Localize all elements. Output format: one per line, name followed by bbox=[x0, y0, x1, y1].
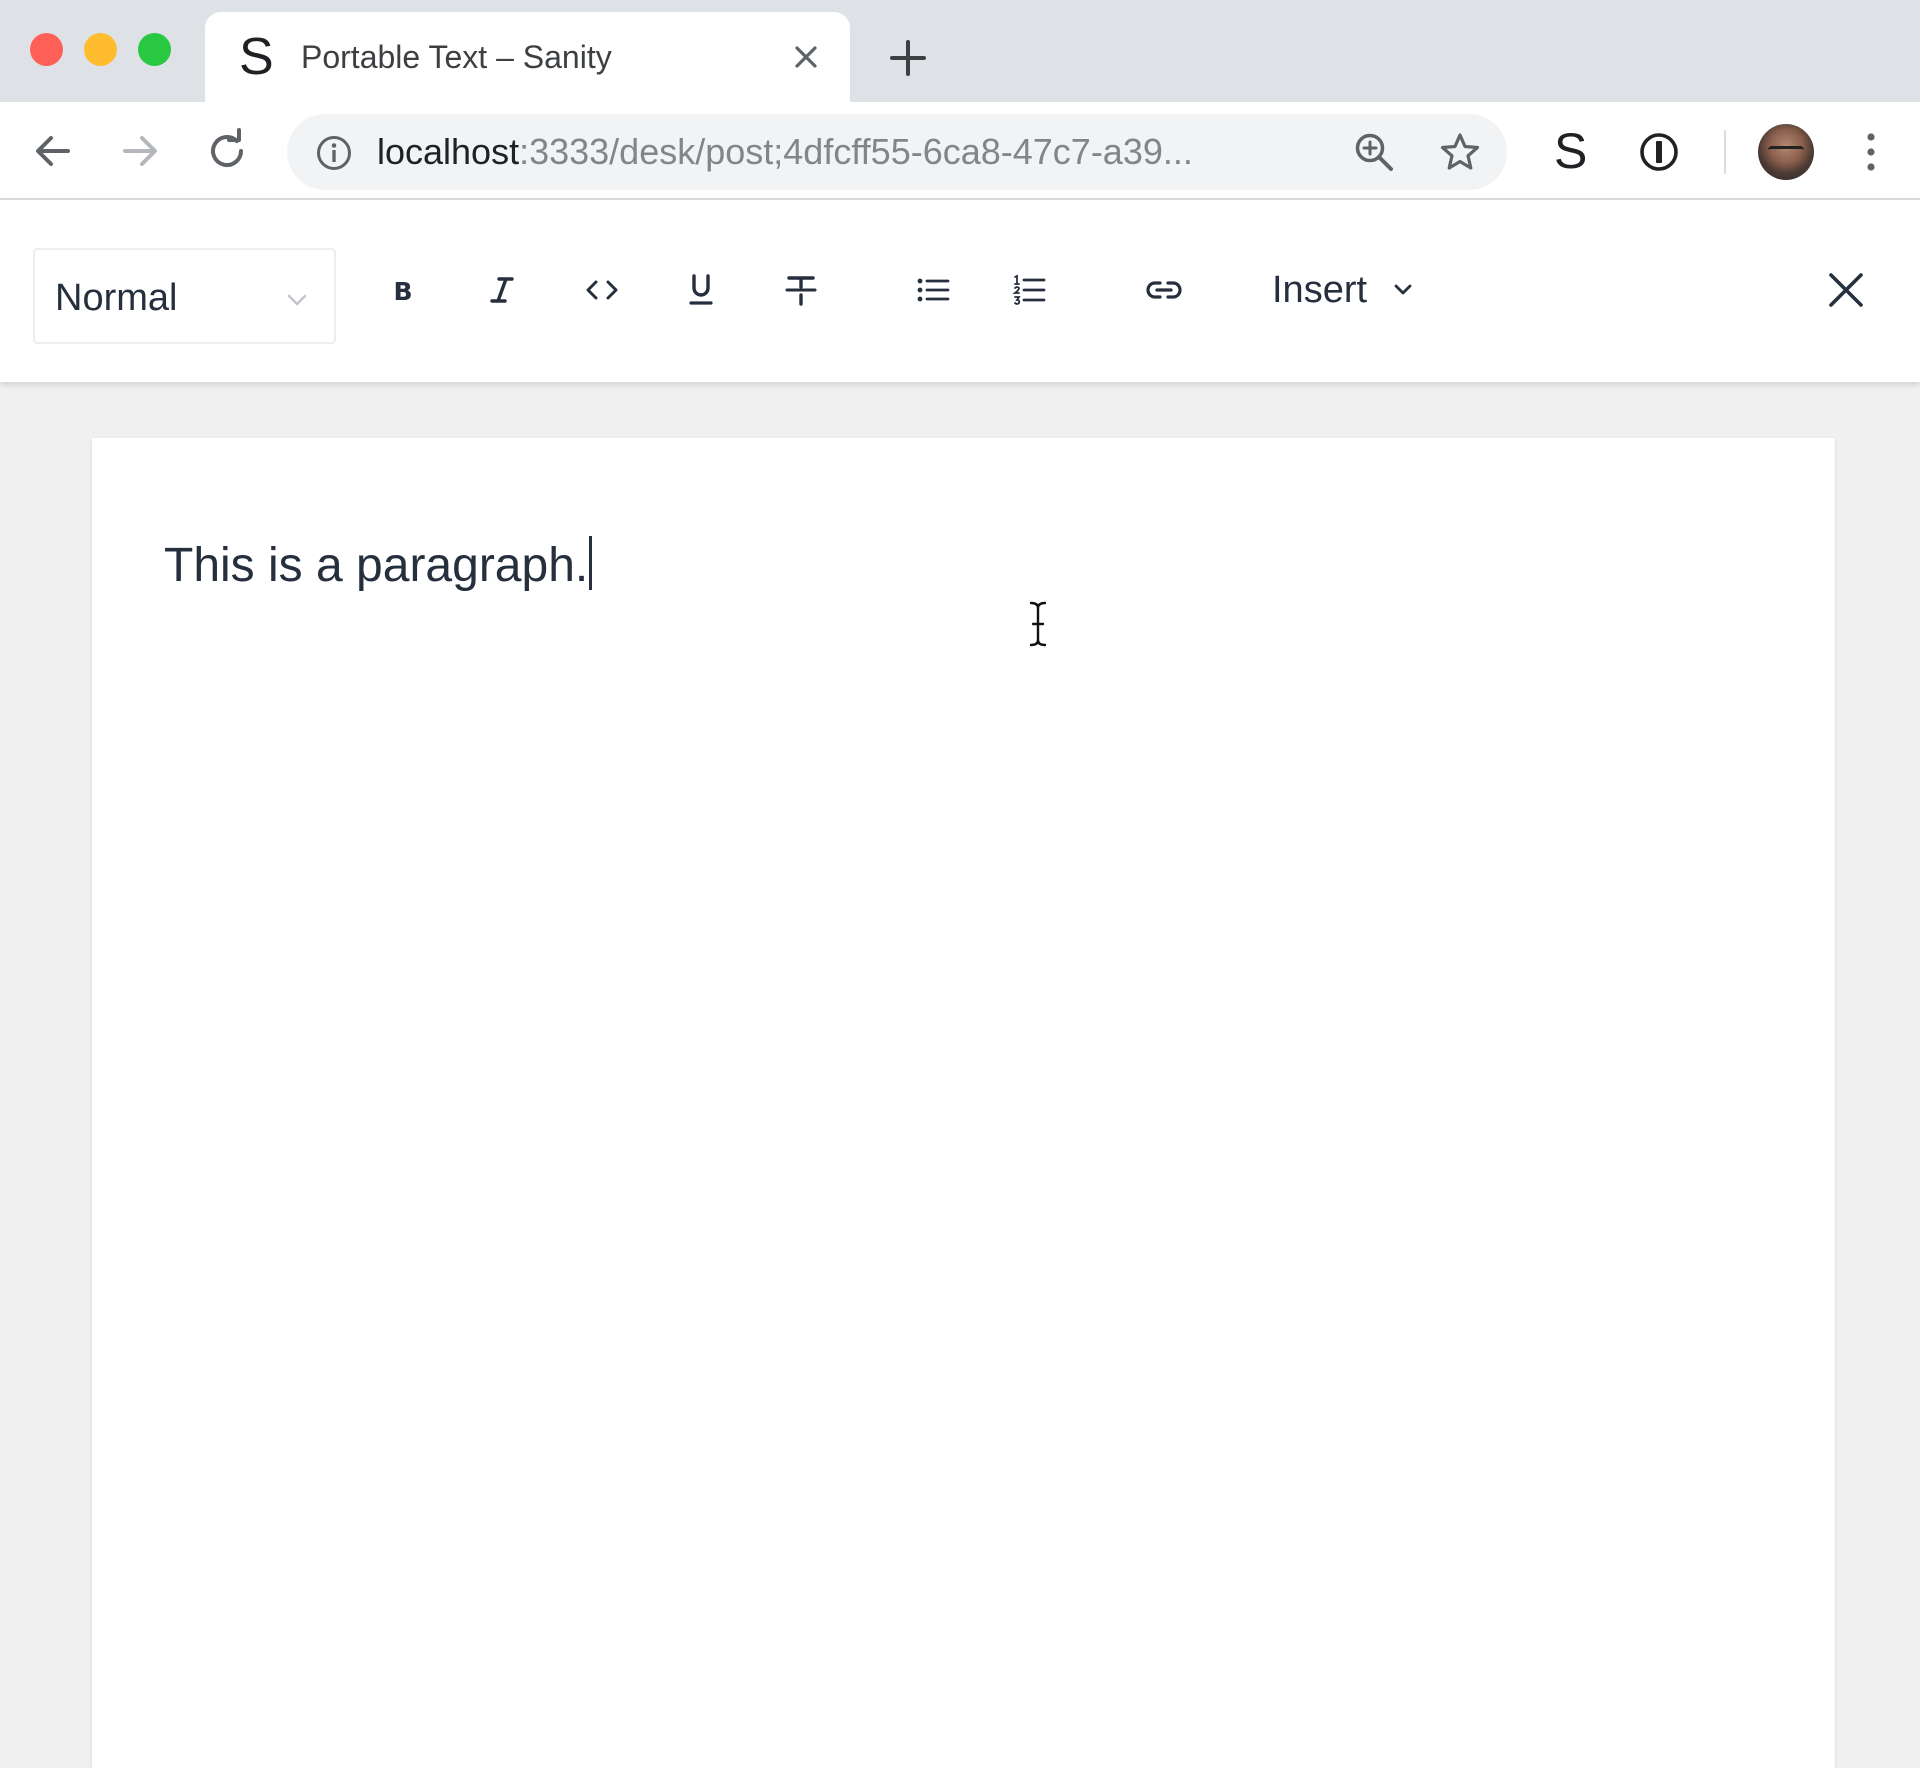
address-bar[interactable]: localhost:3333/desk/post;4dfcff55-6ca8-4… bbox=[287, 114, 1507, 190]
url-host: localhost bbox=[377, 131, 520, 172]
zoom-in-icon[interactable] bbox=[1353, 131, 1395, 173]
sanity-extension-icon[interactable]: S bbox=[1554, 124, 1587, 178]
back-arrow-icon[interactable] bbox=[30, 128, 76, 174]
new-tab-plus-icon[interactable] bbox=[888, 38, 928, 78]
svg-text:B: B bbox=[393, 277, 412, 305]
url-text[interactable]: localhost:3333/desk/post;4dfcff55-6ca8-4… bbox=[377, 130, 1193, 174]
insert-label: Insert bbox=[1272, 269, 1368, 311]
close-editor-icon[interactable] bbox=[1822, 266, 1870, 314]
insert-menu-button[interactable]: Insert bbox=[1272, 262, 1417, 318]
password-manager-icon[interactable] bbox=[1638, 131, 1680, 173]
reload-icon[interactable] bbox=[204, 128, 250, 174]
paragraph-text: This is a paragraph. bbox=[164, 539, 589, 592]
window-maximize-button[interactable] bbox=[138, 33, 171, 66]
window-close-button[interactable] bbox=[30, 33, 63, 66]
chevron-down-icon bbox=[1389, 276, 1417, 304]
kebab-menu-icon[interactable] bbox=[1858, 130, 1884, 174]
underline-icon[interactable] bbox=[671, 260, 731, 320]
bold-icon[interactable]: B bbox=[373, 260, 433, 320]
block-style-value: Normal bbox=[55, 277, 178, 319]
site-info-icon[interactable] bbox=[315, 134, 353, 172]
browser-toolbar: localhost:3333/desk/post;4dfcff55-6ca8-4… bbox=[0, 102, 1920, 200]
tab-title: Portable Text – Sanity bbox=[301, 39, 612, 75]
url-path: :3333/desk/post;4dfcff55-6ca8-47c7-a39..… bbox=[519, 131, 1193, 172]
text-cursor-icon bbox=[1026, 600, 1050, 648]
sanity-favicon-icon: S bbox=[239, 28, 274, 86]
numbered-list-icon[interactable] bbox=[999, 260, 1059, 320]
italic-icon[interactable] bbox=[472, 260, 532, 320]
browser-tabstrip: S Portable Text – Sanity bbox=[0, 0, 1920, 102]
bookmark-star-icon[interactable] bbox=[1439, 131, 1481, 173]
link-icon[interactable] bbox=[1134, 260, 1194, 320]
chevron-down-icon bbox=[283, 286, 311, 314]
window-minimize-button[interactable] bbox=[84, 33, 117, 66]
strikethrough-icon[interactable] bbox=[771, 260, 831, 320]
tab-close-icon[interactable] bbox=[790, 41, 822, 73]
browser-tab[interactable]: S Portable Text – Sanity bbox=[205, 12, 850, 102]
profile-avatar[interactable] bbox=[1758, 124, 1814, 180]
forward-arrow-icon[interactable] bbox=[117, 128, 163, 174]
editor-canvas: This is a paragraph. bbox=[0, 382, 1920, 1768]
paragraph-block[interactable]: This is a paragraph. bbox=[164, 536, 593, 596]
editor-page[interactable]: This is a paragraph. bbox=[92, 438, 1835, 1768]
block-style-select[interactable]: Normal bbox=[33, 248, 336, 344]
editor-toolbar: Normal B Insert bbox=[0, 200, 1920, 382]
toolbar-divider bbox=[1724, 130, 1726, 174]
code-icon[interactable] bbox=[572, 260, 632, 320]
bullet-list-icon[interactable] bbox=[903, 260, 963, 320]
text-caret bbox=[589, 536, 593, 590]
